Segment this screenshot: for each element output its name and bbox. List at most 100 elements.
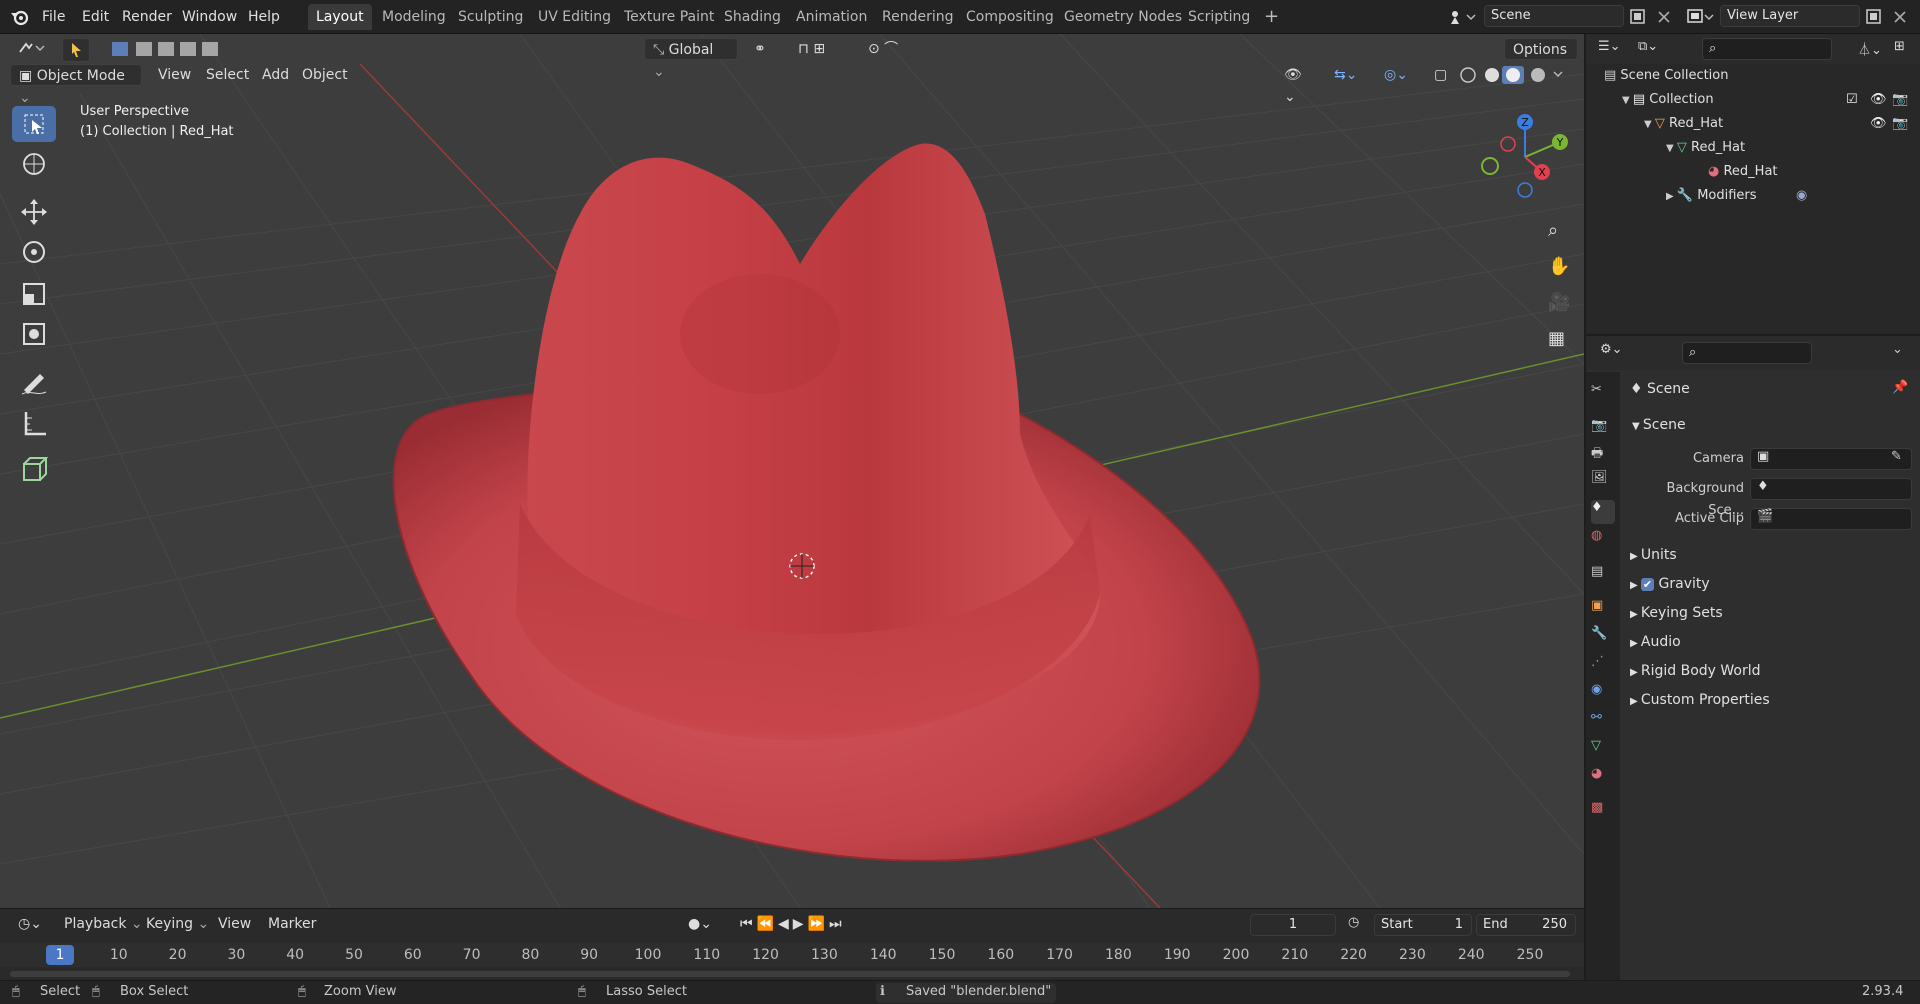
options-dropdown[interactable]: Options ⌄ (1504, 38, 1578, 80)
ortho-toggle-icon[interactable]: ▦ (1548, 328, 1568, 349)
tab-geometry-nodes[interactable]: Geometry Nodes (1056, 4, 1190, 30)
tab-sculpting[interactable]: Sculpting (450, 4, 531, 30)
view-layer-name-field[interactable]: View Layer (1720, 5, 1860, 27)
outliner-row-red-hat-material[interactable]: ◕ Red_Hat (1586, 160, 1920, 184)
tab-rendering[interactable]: Rendering (874, 4, 962, 30)
tab-scene-icon[interactable]: ♦ (1591, 500, 1615, 524)
tool-rotate[interactable] (12, 234, 56, 270)
tab-scripting[interactable]: Scripting (1180, 4, 1258, 30)
camera-render-icon[interactable]: 📷 (1892, 112, 1908, 136)
tab-constraints-icon[interactable]: ⚯ (1591, 710, 1615, 734)
timeline-editor-type-icon[interactable]: ◷⌄ (10, 913, 46, 935)
tool-add-cube[interactable] (12, 452, 56, 488)
object-menu[interactable]: Object (294, 64, 356, 86)
gravity-checkbox[interactable]: ✔ (1640, 578, 1655, 591)
outliner-row-red-hat-object[interactable]: ▼ ▽ Red_Hat 👁 📷 (1586, 112, 1920, 136)
start-frame-field[interactable]: Start 1 (1374, 914, 1472, 936)
new-scene-icon[interactable] (1628, 7, 1648, 27)
select-menu[interactable]: Select (198, 64, 257, 86)
clock-icon[interactable]: ◷ (1348, 915, 1368, 935)
transform-orientation-dropdown[interactable]: ⤡ Global ⌄ (644, 38, 738, 80)
tab-texture-icon[interactable]: ▩ (1591, 800, 1615, 824)
tool-transform[interactable] (12, 316, 56, 352)
gizmo-toggle-icon[interactable]: ⇆⌄ (1326, 64, 1370, 86)
tab-modifiers-icon[interactable]: 🔧 (1591, 626, 1615, 650)
scene-section-header[interactable]: ▼ Scene (1632, 414, 1686, 436)
outliner-row-collection[interactable]: ▼ ▤ Collection ☑ 👁 📷 (1586, 88, 1920, 112)
properties-editor-type-icon[interactable]: ⚙⌄ (1600, 342, 1623, 362)
tab-uv-editing[interactable]: UV Editing (530, 4, 619, 30)
outliner-editor-type-icon[interactable]: ☰⌄ (1598, 39, 1621, 59)
eye-icon[interactable]: 👁 (1870, 112, 1887, 136)
gravity-section-header[interactable]: ▶ ✔ Gravity (1630, 573, 1710, 595)
tool-select-box[interactable] (12, 106, 56, 142)
tab-shading[interactable]: Shading (716, 4, 789, 30)
tab-data-icon[interactable]: ▽ (1591, 738, 1615, 762)
tool-cursor[interactable] (12, 146, 56, 182)
tab-collection-icon[interactable]: ▤ (1591, 564, 1615, 588)
properties-search-input[interactable]: ⌕ (1682, 342, 1812, 364)
tool-scale[interactable] (12, 276, 56, 312)
active-clip-field[interactable]: 🎬 (1750, 508, 1912, 530)
add-menu[interactable]: Add (254, 64, 297, 86)
outliner-row-modifiers[interactable]: ▶ 🔧 Modifiers ◉ (1586, 184, 1920, 208)
3d-viewport[interactable]: ⤡ Global ⌄ ⚭ ⊓ ⊞ ⊙ ⌒ Options ⌄ ▣ Object … (0, 34, 1584, 908)
tab-object-icon[interactable]: ▣ (1591, 598, 1615, 622)
tab-modeling[interactable]: Modeling (374, 4, 454, 30)
proportional-editing-icon[interactable]: ⊙ ⌒ (860, 38, 920, 60)
menu-edit[interactable]: Edit (76, 6, 115, 28)
blender-logo-icon[interactable] (10, 7, 30, 27)
tab-texture-paint[interactable]: Texture Paint (616, 4, 722, 30)
keying-menu[interactable]: Keying ⌄ (138, 913, 217, 935)
chevron-down-icon[interactable]: ⌄ (1892, 342, 1912, 362)
units-section-header[interactable]: ▶ Units (1630, 544, 1677, 566)
tab-view-layer-icon[interactable]: 🖼 (1591, 470, 1615, 494)
red-hat-object[interactable] (392, 143, 1261, 862)
xray-toggle-icon[interactable]: ▢ (1426, 64, 1450, 86)
new-view-layer-icon[interactable] (1864, 7, 1884, 27)
outliner-row-scene-collection[interactable]: ▤ Scene Collection (1586, 64, 1920, 88)
tool-move[interactable] (12, 194, 56, 230)
tab-render-icon[interactable]: 📷 (1591, 418, 1615, 442)
camera-render-icon[interactable]: 📷 (1892, 88, 1908, 112)
menu-window[interactable]: Window (176, 6, 243, 28)
audio-section-header[interactable]: ▶ Audio (1630, 631, 1681, 653)
eye-icon[interactable]: 👁 (1870, 88, 1887, 112)
tab-material-icon[interactable]: ◕ (1591, 766, 1615, 790)
menu-render[interactable]: Render (116, 6, 178, 28)
tab-layout[interactable]: Layout (308, 4, 372, 30)
tab-output-icon[interactable]: 🖶 (1591, 444, 1615, 468)
add-workspace-icon[interactable]: + (1258, 6, 1285, 28)
delete-scene-icon[interactable] (1654, 7, 1674, 27)
eyedropper-icon[interactable]: ✎ (1891, 449, 1902, 464)
tab-world-icon[interactable]: ◍ (1591, 528, 1615, 552)
record-keyframe-icon[interactable]: ●⌄ (680, 913, 714, 935)
background-scene-field[interactable]: ♦ (1750, 478, 1912, 500)
object-mode-dropdown[interactable]: ▣ Object Mode ⌄ (10, 64, 142, 106)
menu-file[interactable]: File (36, 6, 71, 28)
marker-menu[interactable]: Marker (260, 913, 324, 935)
playback-controls[interactable]: ⏮⏪◀▶⏩⏭ (732, 913, 880, 935)
select-tool-button[interactable] (62, 38, 90, 62)
delete-view-layer-icon[interactable] (1890, 7, 1910, 27)
pan-hand-icon[interactable]: ✋ (1548, 256, 1570, 277)
shading-mode-group[interactable] (1454, 64, 1574, 86)
view-menu[interactable]: View (150, 64, 199, 86)
editor-type-button[interactable] (8, 38, 45, 62)
timeline-view-menu[interactable]: View (210, 913, 259, 935)
new-collection-icon[interactable]: ⊞ (1894, 39, 1914, 59)
visibility-icon[interactable]: 👁⌄ (1276, 64, 1320, 105)
zoom-icon[interactable]: ⌕ (1548, 220, 1568, 241)
tool-measure[interactable] (12, 406, 56, 442)
filter-icon[interactable]: ⏃⌄ (1858, 39, 1882, 59)
overlay-toggle-icon[interactable]: ◎⌄ (1376, 64, 1420, 86)
display-mode-icon[interactable]: ⧉⌄ (1638, 39, 1658, 59)
menu-help[interactable]: Help (242, 6, 286, 28)
timeline-scrollbar[interactable] (10, 971, 1570, 977)
collection-exclude-checkbox[interactable]: ☑ (1846, 88, 1858, 112)
keying-sets-section-header[interactable]: ▶ Keying Sets (1630, 602, 1723, 624)
tab-tool-icon[interactable]: ✂ (1591, 382, 1615, 406)
outliner-search-input[interactable]: ⌕ (1702, 38, 1832, 60)
view-layer-selector-icon[interactable] (1686, 7, 1714, 27)
camera-field[interactable]: ▣ ✎ (1750, 448, 1912, 470)
